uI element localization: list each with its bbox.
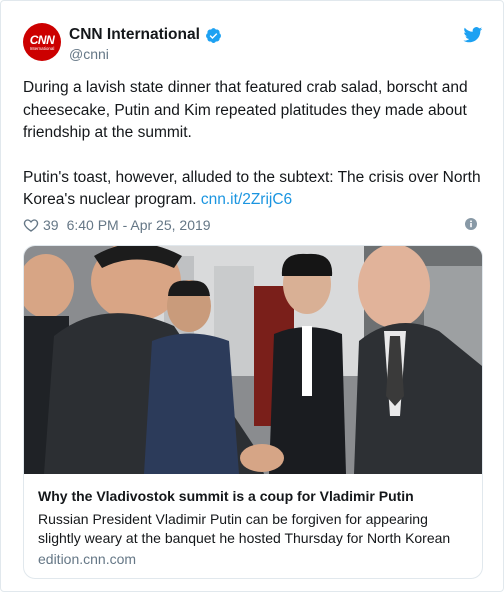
twitter-bird-icon[interactable] xyxy=(463,27,483,43)
embedded-tweet: CNN International CNN International @cnn… xyxy=(0,0,504,592)
like-count[interactable]: 39 xyxy=(43,217,59,233)
display-name-row[interactable]: CNN International xyxy=(69,26,222,44)
card-title[interactable]: Why the Vladivostok summit is a coup for… xyxy=(38,488,414,504)
avatar-logo-text: CNN xyxy=(29,32,55,47)
link-card[interactable]: Why the Vladivostok summit is a coup for… xyxy=(23,245,483,579)
tweet-paragraph-2: Putin's toast, however, alluded to the s… xyxy=(23,167,485,212)
handle[interactable]: @cnni xyxy=(69,46,109,62)
tweet-paragraph-1: During a lavish state dinner that featur… xyxy=(23,79,468,141)
avatar-logo-subtext: International xyxy=(29,45,55,51)
card-domain[interactable]: edition.cnn.com xyxy=(38,551,136,567)
timestamp[interactable]: 6:40 PM - Apr 25, 2019 xyxy=(67,217,211,233)
tweet-meta: 39 6:40 PM - Apr 25, 2019 xyxy=(23,215,485,235)
card-image[interactable] xyxy=(24,246,482,474)
avatar[interactable]: CNN International xyxy=(23,23,61,61)
heart-icon[interactable] xyxy=(23,217,39,233)
tweet-text: During a lavish state dinner that featur… xyxy=(23,77,485,212)
verified-badge-icon xyxy=(205,27,221,43)
display-name[interactable]: CNN International xyxy=(69,26,200,44)
tweet-link[interactable]: cnn.it/2ZrijC6 xyxy=(201,191,292,208)
card-description: Russian President Vladimir Putin can be … xyxy=(38,511,451,546)
info-icon[interactable] xyxy=(465,218,477,230)
